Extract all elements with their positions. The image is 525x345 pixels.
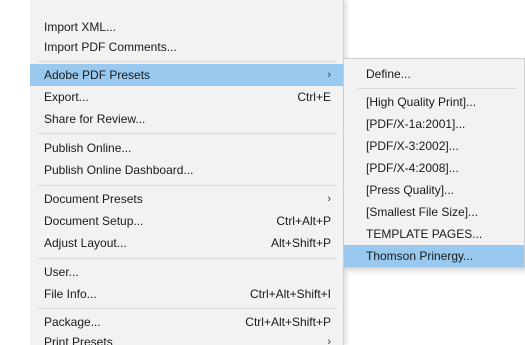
menu-item-shortcut: Ctrl+Alt+P <box>276 214 331 228</box>
menu-item-label: Package... <box>44 315 101 329</box>
submenu-item-label: Thomson Prinergy... <box>366 249 474 263</box>
menu-item-label: File Info... <box>44 287 97 301</box>
menu-item-document-presets[interactable]: Document Presets › <box>30 188 343 210</box>
menu-separator <box>38 185 337 186</box>
menu-item-label: Document Presets <box>44 192 143 206</box>
submenu-item-pdf-x-3-2002[interactable]: [PDF/X-3:2002]... <box>344 135 524 157</box>
menu-item-shortcut: Ctrl+Alt+Shift+P <box>245 315 331 329</box>
adobe-pdf-presets-submenu: Define... [High Quality Print]... [PDF/X… <box>344 58 525 268</box>
submenu-item-label: [PDF/X-1a:2001]... <box>366 117 466 131</box>
menu-item-import-xml[interactable]: Import XML... <box>30 16 343 38</box>
submenu-item-pdf-x-1a-2001[interactable]: [PDF/X-1a:2001]... <box>344 113 524 135</box>
menu-item-label: User... <box>44 265 79 279</box>
submenu-item-press-quality[interactable]: [Press Quality]... <box>344 179 524 201</box>
menu-item-publish-online-dashboard[interactable]: Publish Online Dashboard... <box>30 159 343 181</box>
submenu-item-label: Define... <box>366 67 411 81</box>
chevron-right-icon: › <box>327 193 331 205</box>
submenu-item-label: [PDF/X-3:2002]... <box>366 139 459 153</box>
menu-item-label: Export... <box>44 90 89 104</box>
screen: Import XML... Import PDF Comments... Ado… <box>0 0 525 345</box>
submenu-item-define[interactable]: Define... <box>344 63 524 85</box>
menu-item-shortcut: Alt+Shift+P <box>270 236 331 250</box>
menu-separator <box>38 308 337 309</box>
menu-item-shortcut: Ctrl+E <box>297 90 331 104</box>
menu-item-label: Share for Review... <box>44 112 146 126</box>
menu-item-adjust-layout[interactable]: Adjust Layout... Alt+Shift+P <box>30 232 343 254</box>
menu-item-label: Publish Online Dashboard... <box>44 163 194 177</box>
submenu-item-label: TEMPLATE PAGES... <box>366 227 483 241</box>
menu-item-package[interactable]: Package... Ctrl+Alt+Shift+P <box>30 311 343 333</box>
submenu-item-label: [PDF/X-4:2008]... <box>366 161 459 175</box>
submenu-item-pdf-x-4-2008[interactable]: [PDF/X-4:2008]... <box>344 157 524 179</box>
submenu-item-thomson-prinergy[interactable]: Thomson Prinergy... <box>344 245 524 267</box>
chevron-right-icon: › <box>327 69 331 81</box>
menu-item-label: Import PDF Comments... <box>44 40 177 54</box>
menu-item-shortcut: Ctrl+Alt+Shift+I <box>249 287 331 301</box>
menu-item-label: Print Presets <box>44 335 113 345</box>
menu-item-label: Import XML... <box>44 20 117 34</box>
submenu-item-label: [Smallest File Size]... <box>366 205 479 219</box>
menu-separator <box>358 88 516 89</box>
chevron-right-icon: › <box>327 336 331 345</box>
menu-item-share-for-review[interactable]: Share for Review... <box>30 108 343 130</box>
menu-item-user[interactable]: User... <box>30 261 343 283</box>
menu-item-label: Publish Online... <box>44 141 132 155</box>
menu-separator <box>38 133 337 134</box>
menu-item-file-info[interactable]: File Info... Ctrl+Alt+Shift+I <box>30 283 343 305</box>
menu-item-export[interactable]: Export... Ctrl+E <box>30 86 343 108</box>
menu-item-publish-online[interactable]: Publish Online... <box>30 137 343 159</box>
menu-separator <box>38 258 337 259</box>
menu-item-document-setup[interactable]: Document Setup... Ctrl+Alt+P <box>30 210 343 232</box>
menu-item-import-pdf-comments[interactable]: Import PDF Comments... <box>30 36 343 58</box>
file-menu: Import XML... Import PDF Comments... Ado… <box>30 0 344 345</box>
menu-item-adobe-pdf-presets[interactable]: Adobe PDF Presets › <box>30 64 343 86</box>
menu-item-label: Document Setup... <box>44 214 144 228</box>
menu-item-label: Adjust Layout... <box>44 236 127 250</box>
submenu-item-label: [Press Quality]... <box>366 183 455 197</box>
submenu-item-smallest-file-size[interactable]: [Smallest File Size]... <box>344 201 524 223</box>
menu-item-print-presets[interactable]: Print Presets › <box>30 331 343 345</box>
submenu-item-template-pages[interactable]: TEMPLATE PAGES... <box>344 223 524 245</box>
submenu-item-high-quality-print[interactable]: [High Quality Print]... <box>344 91 524 113</box>
menu-item-label: Adobe PDF Presets <box>44 68 151 82</box>
submenu-item-label: [High Quality Print]... <box>366 95 477 109</box>
menu-separator <box>38 61 337 62</box>
